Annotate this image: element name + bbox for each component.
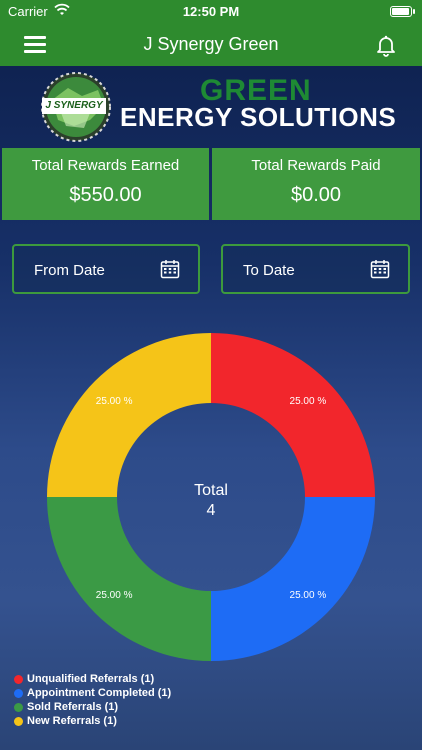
battery-icon <box>390 6 415 17</box>
banner-subheadline: ENERGY SOLUTIONS <box>120 102 397 132</box>
legend-item: New Referrals (1) <box>14 714 274 728</box>
status-bar: Carrier 12:50 PM <box>0 0 422 24</box>
chart-legend: Unqualified Referrals (1) Appointment Com… <box>14 672 274 728</box>
rewards-summary: Total Rewards Earned $550.00 Total Rewar… <box>0 148 422 220</box>
calendar-icon[interactable] <box>370 259 390 279</box>
legend-item: Unqualified Referrals (1) <box>14 672 274 686</box>
donut-slice-percent-label: 25.00 % <box>96 396 133 407</box>
legend-color-dot <box>14 702 23 712</box>
rewards-paid-label: Total Rewards Paid <box>251 157 381 174</box>
to-date-field[interactable]: To Date <box>221 244 410 294</box>
rewards-paid-card: Total Rewards Paid $0.00 <box>212 148 420 220</box>
from-date-field[interactable]: From Date <box>12 244 200 294</box>
legend-label: Appointment Completed (1) <box>27 687 172 699</box>
legend-label: Unqualified Referrals (1) <box>27 673 155 685</box>
donut-slice-new-referrals <box>47 333 211 497</box>
donut-slice-percent-label: 25.00 % <box>290 396 327 407</box>
legend-color-dot <box>14 716 23 726</box>
chart-center-value: 4 <box>207 502 216 519</box>
chart-center-title: Total <box>194 482 228 499</box>
rewards-paid-value: $0.00 <box>290 184 342 206</box>
referrals-donut-chart: 25.00 % 25.00 % 25.00 % 25.00 % Total 4 <box>47 333 375 661</box>
legend-color-dot <box>14 674 23 684</box>
donut-slice-sold-referrals <box>47 497 211 661</box>
app-title: J Synergy Green <box>143 34 279 54</box>
clock: 12:50 PM <box>182 4 240 19</box>
legend-color-dot <box>14 688 23 698</box>
legend-label: Sold Referrals (1) <box>27 701 119 713</box>
logo-wordmark: J SYNERGY <box>42 98 106 114</box>
rewards-earned-label: Total Rewards Earned <box>31 157 180 174</box>
legend-label: New Referrals (1) <box>27 715 117 727</box>
legend-item: Sold Referrals (1) <box>14 700 274 714</box>
rewards-earned-value: $550.00 <box>69 184 142 206</box>
rewards-earned-card: Total Rewards Earned $550.00 <box>2 148 209 220</box>
legend-item: Appointment Completed (1) <box>14 686 274 700</box>
nav-bar: J Synergy Green <box>0 24 422 66</box>
to-date-label: To Date <box>243 262 295 279</box>
donut-slice-percent-label: 25.00 % <box>290 590 327 601</box>
from-date-label: From Date <box>34 262 105 279</box>
donut-slice-percent-label: 25.00 % <box>96 590 133 601</box>
calendar-icon[interactable] <box>160 259 180 279</box>
donut-slice-unqualified-referrals <box>211 333 375 497</box>
bell-icon[interactable] <box>374 33 398 57</box>
donut-slice-appointment-completed <box>211 497 375 661</box>
